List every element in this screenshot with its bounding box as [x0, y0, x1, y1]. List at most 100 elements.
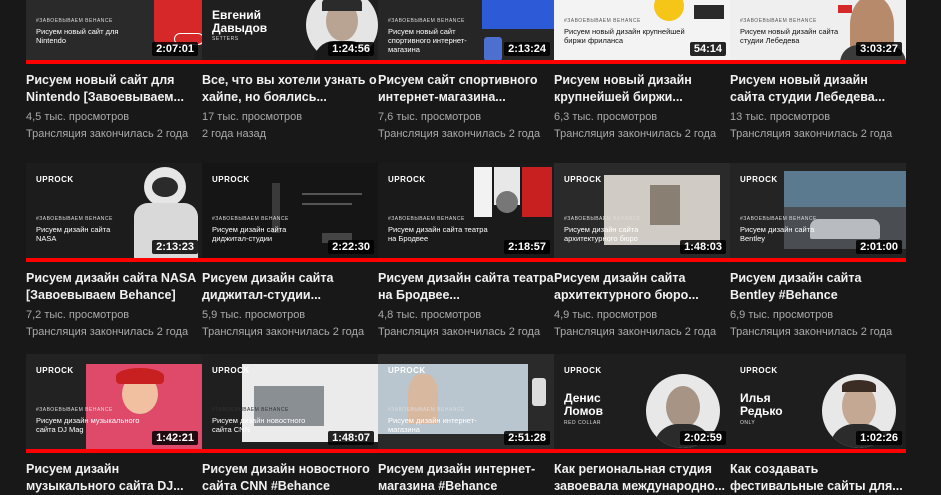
- duration-badge: 2:13:24: [504, 42, 550, 56]
- watch-progress: [202, 60, 378, 64]
- video-title[interactable]: Рисуем новый дизайн крупнейшей биржи...: [554, 72, 730, 106]
- publish-age: Трансляция закончилась 2 года: [730, 128, 893, 140]
- duration-badge: 2:13:23: [152, 240, 198, 254]
- video-card[interactable]: #ЗАВОЕВЫВАЕМ BEHANCE Рисуем новый дизайн…: [554, 0, 730, 143]
- duration-badge: 3:03:27: [856, 42, 902, 56]
- video-thumbnail[interactable]: #ЗАВОЕВЫВАЕМ BEHANCE Рисуем новый дизайн…: [730, 0, 906, 64]
- video-card[interactable]: UPROCK #ЗАВОЕВЫВАЕМ BEHANCE Рисуем дизай…: [378, 354, 554, 495]
- thumbnail-text: Рисуем дизайн музыкального сайта DJ Mag: [36, 416, 140, 434]
- video-card[interactable]: UPROCK Денис Ломов RED COLLAR 2:02:59 Ка…: [554, 354, 730, 495]
- video-title[interactable]: Рисуем дизайн сайта NASA [Завоевываем Be…: [26, 270, 202, 304]
- video-thumbnail[interactable]: UPROCK #ЗАВОЕВЫВАЕМ BEHANCE Рисуем дизай…: [202, 354, 378, 453]
- video-card[interactable]: #ЗАВОЕВЫВАЕМ BEHANCE Рисуем новый сайт д…: [26, 0, 202, 143]
- thumbnail-tag: #ЗАВОЕВЫВАЕМ BEHANCE: [564, 216, 641, 222]
- duration-badge: 1:42:21: [152, 431, 198, 445]
- speaker-name: Евгений Давыдов: [212, 8, 268, 35]
- video-card[interactable]: UPROCK #ЗАВОЕВЫВАЕМ BEHANCE Рисуем дизай…: [202, 163, 378, 341]
- duration-badge: 1:24:56: [328, 42, 374, 56]
- video-meta: 4,9 тыс. просмотров Трансляция закончила…: [554, 307, 730, 341]
- view-count: 6,3 тыс. просмотров: [554, 111, 658, 123]
- publish-age: Трансляция закончилась 2 года: [378, 326, 541, 338]
- video-title[interactable]: Рисуем дизайн интернет-магазина #Behance: [378, 461, 554, 495]
- video-title[interactable]: Как создавать фестивальные сайты для...: [730, 461, 906, 495]
- watch-progress: [378, 60, 554, 64]
- video-thumbnail[interactable]: UPROCK Денис Ломов RED COLLAR 2:02:59: [554, 354, 730, 453]
- video-title[interactable]: Как региональная студия завоевала междун…: [554, 461, 730, 495]
- video-card[interactable]: UPROCK #ЗАВОЕВЫВАЕМ BEHANCE Рисуем дизай…: [26, 354, 202, 495]
- video-title[interactable]: Рисуем дизайн сайта театра на Бродвее...: [378, 270, 554, 304]
- video-card[interactable]: #ЗАВОЕВЫВАЕМ BEHANCE Рисуем новый сайт с…: [378, 0, 554, 143]
- uprock-logo: UPROCK: [740, 175, 778, 184]
- video-thumbnail[interactable]: UPROCK #ЗАВОЕВЫВАЕМ BEHANCE Рисуем дизай…: [554, 163, 730, 262]
- video-grid: #ЗАВОЕВЫВАЕМ BEHANCE Рисуем новый сайт д…: [26, 0, 941, 493]
- uprock-logo: UPROCK: [388, 175, 426, 184]
- video-title[interactable]: Рисуем новый сайт для Nintendo [Завоевыв…: [26, 72, 202, 106]
- video-thumbnail[interactable]: UPROCK Илья Редько ONLY 1:02:26: [730, 354, 906, 453]
- thumbnail-text: Рисуем новый сайт для Nintendo: [36, 27, 119, 45]
- video-meta: 5,9 тыс. просмотров Трансляция закончила…: [202, 307, 378, 341]
- speaker-name: Денис Ломов: [564, 391, 604, 418]
- video-card[interactable]: UPROCK #ЗАВОЕВЫВАЕМ BEHANCE Рисуем дизай…: [202, 354, 378, 495]
- video-title[interactable]: Рисуем дизайн сайта диджитал-студии...: [202, 270, 378, 304]
- video-card[interactable]: UPROCK Илья Редько ONLY 1:02:26 Как созд…: [730, 354, 906, 495]
- thumbnail-text: Рисуем дизайн сайта Bentley: [740, 225, 815, 243]
- video-thumbnail[interactable]: UPROCK #ЗАВОЕВЫВАЕМ BEHANCE Рисуем дизай…: [378, 354, 554, 453]
- publish-age: Трансляция закончилась 2 года: [26, 128, 189, 140]
- duration-badge: 2:02:59: [680, 431, 726, 445]
- publish-age: Трансляция закончилась 2 года: [554, 128, 717, 140]
- video-thumbnail[interactable]: #ЗАВОЕВЫВАЕМ BEHANCE Рисуем новый дизайн…: [554, 0, 730, 64]
- speaker-company: ONLY: [740, 420, 756, 426]
- view-count: 13 тыс. просмотров: [730, 111, 831, 123]
- video-thumbnail[interactable]: Евгений Давыдов SETTERS 1:24:56: [202, 0, 378, 64]
- uprock-logo: UPROCK: [740, 366, 778, 375]
- video-thumbnail[interactable]: UPROCK #ЗАВОЕВЫВАЕМ BEHANCE Рисуем дизай…: [26, 354, 202, 453]
- publish-age: Трансляция закончилась 2 года: [730, 326, 893, 338]
- publish-age: Трансляция закончилась 2 года: [26, 326, 189, 338]
- thumbnail-tag: #ЗАВОЕВЫВАЕМ BEHANCE: [212, 216, 289, 222]
- video-title[interactable]: Рисуем дизайн музыкального сайта DJ...: [26, 461, 202, 495]
- video-thumbnail[interactable]: UPROCK #ЗАВОЕВЫВАЕМ BEHANCE Рисуем дизай…: [26, 163, 202, 262]
- video-thumbnail[interactable]: UPROCK #ЗАВОЕВЫВАЕМ BEHANCE Рисуем дизай…: [378, 163, 554, 262]
- thumbnail-text: Рисуем дизайн сайта театра на Бродвее: [388, 225, 488, 243]
- video-card[interactable]: UPROCK #ЗАВОЕВЫВАЕМ BEHANCE Рисуем дизай…: [554, 163, 730, 341]
- thumbnail-tag: #ЗАВОЕВЫВАЕМ BEHANCE: [36, 216, 113, 222]
- thumbnail-text: Рисуем новый дизайн сайта студии Лебедев…: [740, 27, 839, 45]
- video-title[interactable]: Рисуем дизайн сайта Bentley #Behance: [730, 270, 906, 304]
- thumbnail-tag: #ЗАВОЕВЫВАЕМ BEHANCE: [388, 216, 465, 222]
- publish-age: Трансляция закончилась 2 года: [378, 128, 541, 140]
- video-card[interactable]: UPROCK #ЗАВОЕВЫВАЕМ BEHANCE Рисуем дизай…: [730, 163, 906, 341]
- video-title[interactable]: Рисуем сайт спортивного интернет-магазин…: [378, 72, 554, 106]
- video-title[interactable]: Рисуем дизайн новостного сайта CNN #Beha…: [202, 461, 378, 495]
- duration-badge: 2:07:01: [152, 42, 198, 56]
- watch-progress: [378, 449, 554, 453]
- view-count: 5,9 тыс. просмотров: [202, 309, 306, 321]
- video-thumbnail[interactable]: UPROCK #ЗАВОЕВЫВАЕМ BEHANCE Рисуем дизай…: [202, 163, 378, 262]
- video-card[interactable]: Евгений Давыдов SETTERS 1:24:56 Все, что…: [202, 0, 378, 143]
- video-meta: 4,5 тыс. просмотров Трансляция закончила…: [26, 109, 202, 143]
- video-title[interactable]: Рисуем дизайн сайта архитектурного бюро.…: [554, 270, 730, 304]
- video-card[interactable]: #ЗАВОЕВЫВАЕМ BEHANCE Рисуем новый дизайн…: [730, 0, 906, 143]
- publish-age: Трансляция закончилась 2 года: [202, 326, 365, 338]
- video-card[interactable]: UPROCK #ЗАВОЕВЫВАЕМ BEHANCE Рисуем дизай…: [26, 163, 202, 341]
- video-card[interactable]: UPROCK #ЗАВОЕВЫВАЕМ BEHANCE Рисуем дизай…: [378, 163, 554, 341]
- uprock-logo: UPROCK: [212, 175, 250, 184]
- thumbnail-tag: #ЗАВОЕВЫВАЕМ BEHANCE: [564, 18, 641, 24]
- speaker-name: Илья Редько: [740, 391, 783, 418]
- video-thumbnail[interactable]: #ЗАВОЕВЫВАЕМ BEHANCE Рисуем новый сайт с…: [378, 0, 554, 64]
- uprock-logo: UPROCK: [564, 366, 602, 375]
- watch-progress: [202, 449, 378, 453]
- watch-progress: [730, 449, 906, 453]
- video-title[interactable]: Рисуем новый дизайн сайта студии Лебедев…: [730, 72, 906, 106]
- watch-progress: [26, 60, 202, 64]
- video-thumbnail[interactable]: UPROCK #ЗАВОЕВЫВАЕМ BEHANCE Рисуем дизай…: [730, 163, 906, 262]
- watch-progress: [730, 258, 906, 262]
- video-thumbnail[interactable]: #ЗАВОЕВЫВАЕМ BEHANCE Рисуем новый сайт д…: [26, 0, 202, 64]
- uprock-logo: UPROCK: [564, 175, 602, 184]
- video-title[interactable]: Все, что вы хотели узнать о хайпе, но бо…: [202, 72, 378, 106]
- watch-progress: [26, 258, 202, 262]
- watch-progress: [554, 60, 730, 64]
- video-meta: 7,2 тыс. просмотров Трансляция закончила…: [26, 307, 202, 341]
- thumbnail-text: Рисуем дизайн сайта диджитал-студии: [212, 225, 287, 243]
- uprock-logo: UPROCK: [36, 366, 74, 375]
- publish-age: Трансляция закончилась 2 года: [554, 326, 717, 338]
